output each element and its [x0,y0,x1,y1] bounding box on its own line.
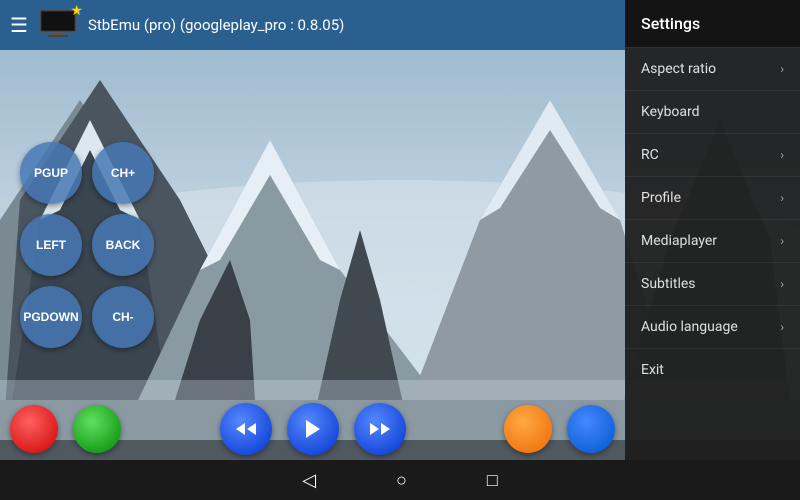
chevron-right-icon: › [780,62,784,76]
menu-item-rc-label: RC [641,147,659,163]
star-icon: ★ [70,3,83,19]
chevron-right-icon-rc: › [780,148,784,162]
menu-item-profile[interactable]: Profile › [625,176,800,219]
pgup-button[interactable]: PGUP [20,142,82,204]
green-button[interactable] [73,405,121,453]
tv-icon-container: ★ [38,8,78,42]
playback-controls [0,403,625,455]
menu-item-keyboard-label: Keyboard [641,104,700,120]
top-bar: ☰ ★ StbEmu (pro) (googleplay_pro : 0.8.0… [0,0,625,50]
center-playback-buttons [140,403,486,455]
menu-item-exit[interactable]: Exit [625,348,800,391]
chevron-right-icon-subtitles: › [780,277,784,291]
navigation-bar: ◁ ○ □ [0,460,800,500]
rewind-button[interactable] [220,403,272,455]
menu-header: Settings [625,0,800,47]
left-button[interactable]: LEFT [20,214,82,276]
menu-item-mediaplayer[interactable]: Mediaplayer › [625,219,800,262]
btn-row-2: LEFT BACK [20,214,180,276]
back-nav-icon[interactable]: ◁ [302,470,316,491]
menu-item-subtitles-label: Subtitles [641,276,696,292]
menu-item-keyboard[interactable]: Keyboard [625,90,800,133]
right-color-buttons [504,405,615,453]
btn-row-3: PGDOWN CH- [20,286,180,348]
app-title: StbEmu (pro) (googleplay_pro : 0.8.05) [88,16,344,34]
btn-row-1: PGUP CH+ [20,142,180,204]
orange-button[interactable] [504,405,552,453]
recent-nav-icon[interactable]: □ [487,470,498,491]
menu-item-profile-label: Profile [641,190,681,206]
pgdown-button[interactable]: PGDOWN [20,286,82,348]
home-nav-icon[interactable]: ○ [396,470,407,491]
chevron-right-icon-profile: › [780,191,784,205]
blue-extra-button[interactable] [567,405,615,453]
forward-button[interactable] [354,403,406,455]
red-button[interactable] [10,405,58,453]
left-color-buttons [10,405,121,453]
hamburger-icon[interactable]: ☰ [10,13,28,37]
menu-item-audio-language-label: Audio language [641,319,738,335]
chminus-button[interactable]: CH- [92,286,154,348]
menu-item-aspect-ratio[interactable]: Aspect ratio › [625,47,800,90]
back-button[interactable]: BACK [92,214,154,276]
main-area: ☰ ★ StbEmu (pro) (googleplay_pro : 0.8.0… [0,0,800,500]
settings-dropdown-menu: Settings Aspect ratio › Keyboard RC › Pr… [625,0,800,460]
chplus-button[interactable]: CH+ [92,142,154,204]
chevron-right-icon-audio: › [780,320,784,334]
menu-item-mediaplayer-label: Mediaplayer [641,233,717,249]
controls-overlay: PGUP CH+ LEFT BACK PGDOWN CH- [0,50,200,440]
chevron-right-icon-mediaplayer: › [780,234,784,248]
menu-item-audio-language[interactable]: Audio language › [625,305,800,348]
menu-item-aspect-ratio-label: Aspect ratio [641,61,716,77]
menu-item-subtitles[interactable]: Subtitles › [625,262,800,305]
play-button[interactable] [287,403,339,455]
menu-item-rc[interactable]: RC › [625,133,800,176]
